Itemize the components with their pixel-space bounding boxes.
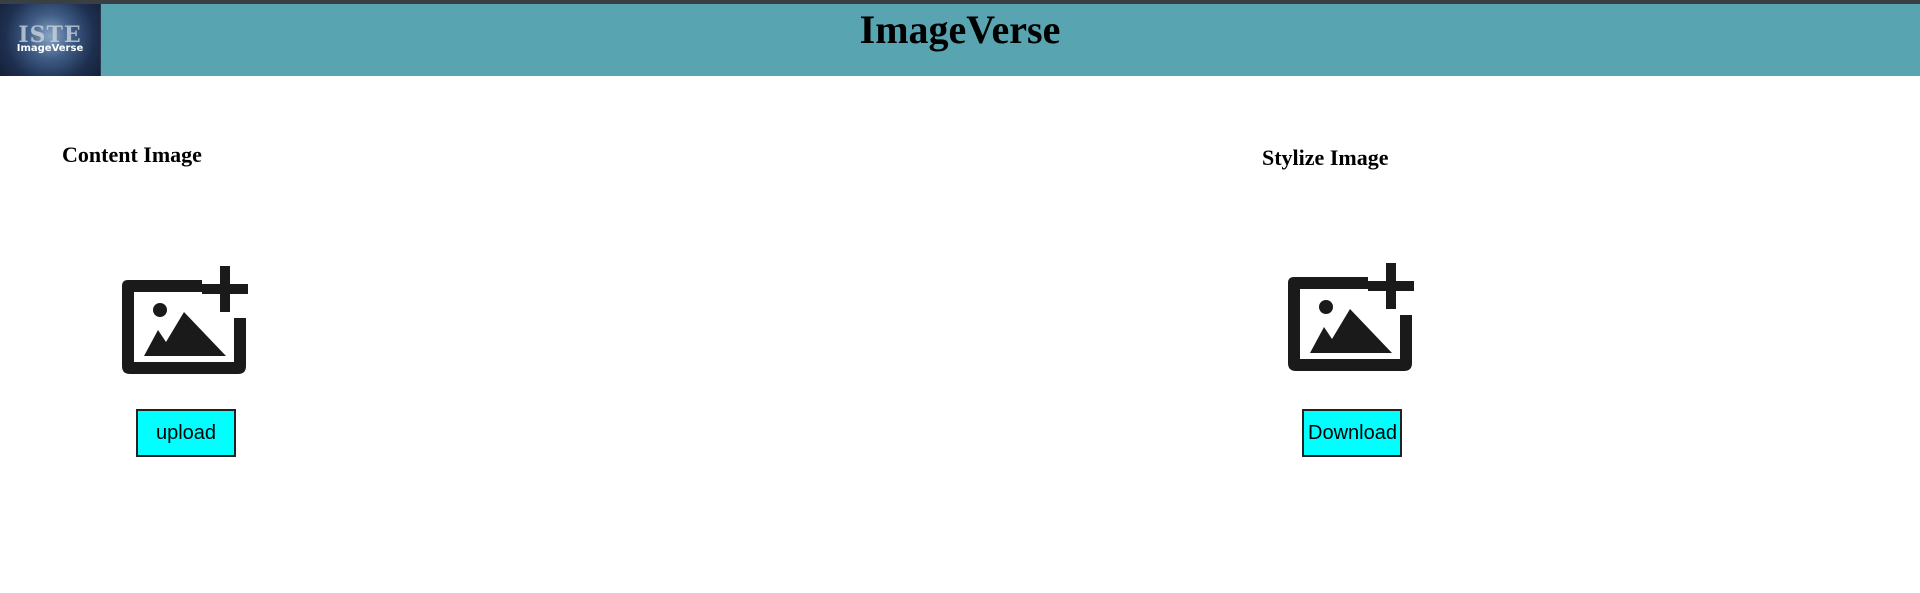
download-button[interactable]: Download [1302, 409, 1402, 457]
app-header: ISTE ImageVerse ImageVerse [0, 4, 1920, 76]
stylize-image-title: Stylize Image [1262, 145, 1389, 170]
app-title: ImageVerse [859, 7, 1061, 52]
content-image-title: Content Image [62, 142, 202, 167]
upload-button[interactable]: upload [136, 409, 236, 457]
add-photo-icon[interactable] [1284, 259, 1424, 379]
add-photo-icon[interactable] [118, 262, 258, 382]
page: ISTE ImageVerse ImageVerse Content Image… [0, 0, 1920, 593]
